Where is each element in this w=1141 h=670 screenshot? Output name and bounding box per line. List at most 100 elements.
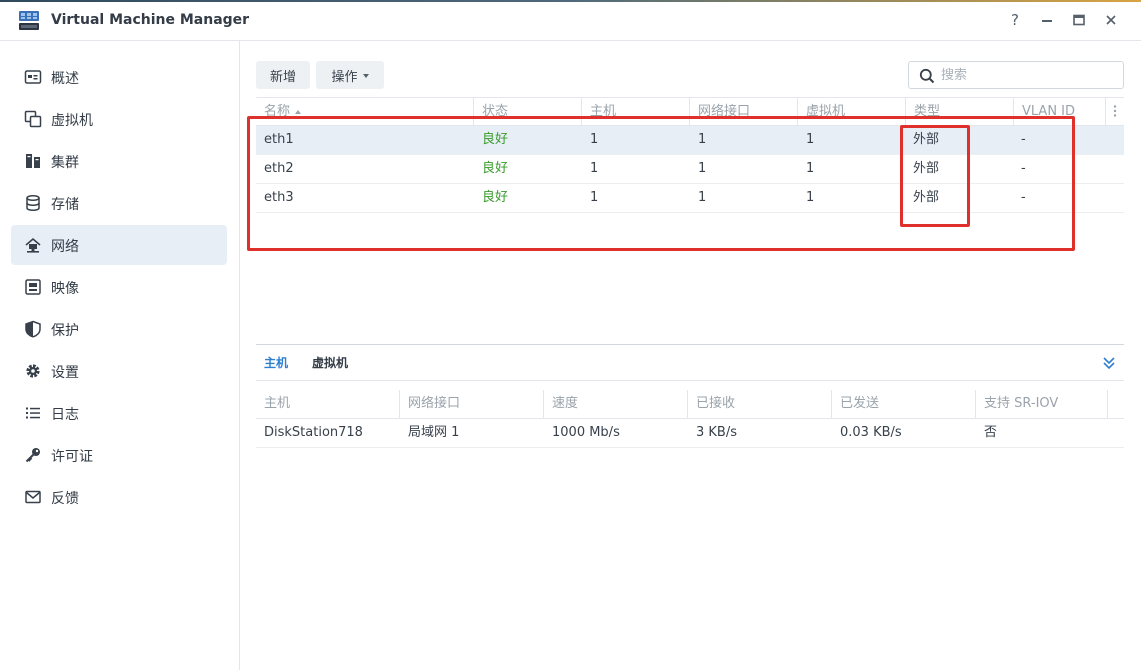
sidebar: 概述 虚拟机 集群 存储 网络 映像 保护 设置 日志 许可证 反馈 [0, 41, 240, 670]
cell-sent: 0.03 KB/s [840, 425, 902, 440]
sidebar-item-license[interactable]: 许可证 [11, 435, 227, 475]
column-options-icon[interactable] [1108, 104, 1122, 118]
cell-interfaces: 1 [698, 161, 707, 176]
cell-interfaces: 1 [698, 132, 707, 147]
mail-icon [25, 490, 41, 504]
cell-interfaces: 1 [698, 190, 707, 205]
collapse-chevron-icon[interactable] [1101, 355, 1117, 371]
panel-divider [256, 344, 1124, 345]
column-header-sriov[interactable]: 支持 SR-IOV [976, 390, 1108, 418]
cell-host: DiskStation718 [264, 425, 363, 440]
image-icon [25, 279, 41, 295]
cell-name: eth1 [264, 132, 294, 147]
minimize-button[interactable] [1037, 10, 1057, 30]
cell-vlan: - [1021, 132, 1026, 147]
cell-hosts: 1 [590, 161, 599, 176]
cell-type: 外部 [913, 132, 940, 147]
column-header-speed[interactable]: 速度 [544, 390, 688, 418]
action-menu-label: 操作 [331, 69, 358, 85]
tab-vms[interactable]: 虚拟机 [312, 354, 348, 371]
sidebar-item-overview[interactable]: 概述 [11, 57, 227, 97]
add-button[interactable]: 新增 [256, 61, 310, 89]
key-icon [25, 448, 40, 463]
column-header-received[interactable]: 已接收 [688, 390, 832, 418]
gear-icon [26, 364, 40, 378]
cell-vms: 1 [806, 190, 815, 205]
tab-hosts[interactable]: 主机 [264, 354, 288, 371]
sidebar-item-label: 虚拟机 [51, 113, 93, 129]
search-input[interactable] [941, 65, 1117, 85]
column-header-type[interactable]: 类型 [906, 98, 1014, 126]
table-row[interactable]: eth2 良好 1 1 1 外部 - [256, 155, 1124, 184]
app-title: Virtual Machine Manager [51, 12, 250, 28]
cluster-icon [26, 154, 40, 168]
sidebar-item-label: 网络 [51, 239, 79, 255]
cell-status: 良好 [482, 132, 509, 147]
cell-name: eth3 [264, 190, 294, 205]
close-icon [1106, 15, 1116, 25]
cell-hosts: 1 [590, 132, 599, 147]
cell-status: 良好 [482, 190, 509, 205]
column-header-label: 名称 [264, 104, 291, 119]
tabs-divider [256, 380, 1124, 381]
search-icon [919, 68, 935, 84]
column-header-interfaces[interactable]: 网络接口 [690, 98, 798, 126]
sidebar-item-protection[interactable]: 保护 [11, 309, 227, 349]
cell-type: 外部 [913, 161, 940, 176]
column-header-vms[interactable]: 虚拟机 [798, 98, 906, 126]
sidebar-item-label: 集群 [51, 155, 79, 171]
column-header-interface[interactable]: 网络接口 [400, 390, 544, 418]
sidebar-item-log[interactable]: 日志 [11, 393, 227, 433]
cell-type: 外部 [913, 190, 940, 205]
help-button[interactable]: ? [1005, 10, 1025, 30]
overview-icon [24, 70, 42, 84]
sidebar-item-cluster[interactable]: 集群 [11, 141, 227, 181]
detail-grid-header: 主机 网络接口 速度 已接收 已发送 支持 SR-IOV [256, 390, 1124, 419]
cell-status: 良好 [482, 161, 509, 176]
column-header-status[interactable]: 状态 [474, 98, 582, 126]
table-row[interactable]: eth1 良好 1 1 1 外部 - [256, 126, 1124, 155]
storage-icon [26, 194, 40, 212]
sidebar-item-storage[interactable]: 存储 [11, 183, 227, 223]
cell-hosts: 1 [590, 190, 599, 205]
sidebar-item-image[interactable]: 映像 [11, 267, 227, 307]
column-header-sent[interactable]: 已发送 [832, 390, 976, 418]
caret-down-icon [362, 73, 369, 78]
table-row[interactable]: DiskStation718 局域网 1 1000 Mb/s 3 KB/s 0.… [256, 419, 1124, 448]
shield-icon [25, 320, 41, 338]
column-header-name[interactable]: 名称 [256, 98, 474, 126]
sidebar-item-label: 映像 [51, 281, 79, 297]
sidebar-item-label: 许可证 [51, 449, 93, 465]
sort-ascending-icon [295, 109, 302, 114]
search-box[interactable] [908, 61, 1124, 89]
maximize-icon [1073, 14, 1085, 26]
cell-vlan: - [1021, 161, 1026, 176]
sidebar-item-settings[interactable]: 设置 [11, 351, 227, 391]
network-icon [25, 237, 41, 253]
cell-vlan: - [1021, 190, 1026, 205]
column-header-host[interactable]: 主机 [256, 390, 400, 418]
column-header-hosts[interactable]: 主机 [582, 98, 690, 126]
close-button[interactable] [1101, 10, 1121, 30]
table-row[interactable]: eth3 良好 1 1 1 外部 - [256, 184, 1124, 213]
title-bar: Virtual Machine Manager ? [0, 0, 1141, 41]
log-list-icon [26, 407, 40, 419]
sidebar-item-network[interactable]: 网络 [11, 225, 227, 265]
vm-copy-icon [24, 110, 42, 128]
cell-sriov: 否 [984, 425, 998, 440]
sidebar-item-label: 日志 [51, 407, 79, 423]
cell-vms: 1 [806, 132, 815, 147]
app-logo-icon [19, 11, 39, 30]
action-menu-button[interactable]: 操作 [316, 61, 384, 89]
sidebar-item-vm[interactable]: 虚拟机 [11, 99, 227, 139]
sidebar-item-label: 设置 [51, 365, 79, 381]
cell-vms: 1 [806, 161, 815, 176]
sidebar-item-feedback[interactable]: 反馈 [11, 477, 227, 517]
column-header-vlan[interactable]: VLAN ID [1014, 98, 1106, 126]
maximize-button[interactable] [1069, 10, 1089, 30]
minimize-icon [1042, 20, 1052, 22]
sidebar-item-label: 保护 [51, 323, 79, 339]
sidebar-item-label: 概述 [51, 71, 79, 87]
cell-interface: 局域网 1 [408, 425, 460, 440]
window-top-accent [0, 0, 1141, 2]
